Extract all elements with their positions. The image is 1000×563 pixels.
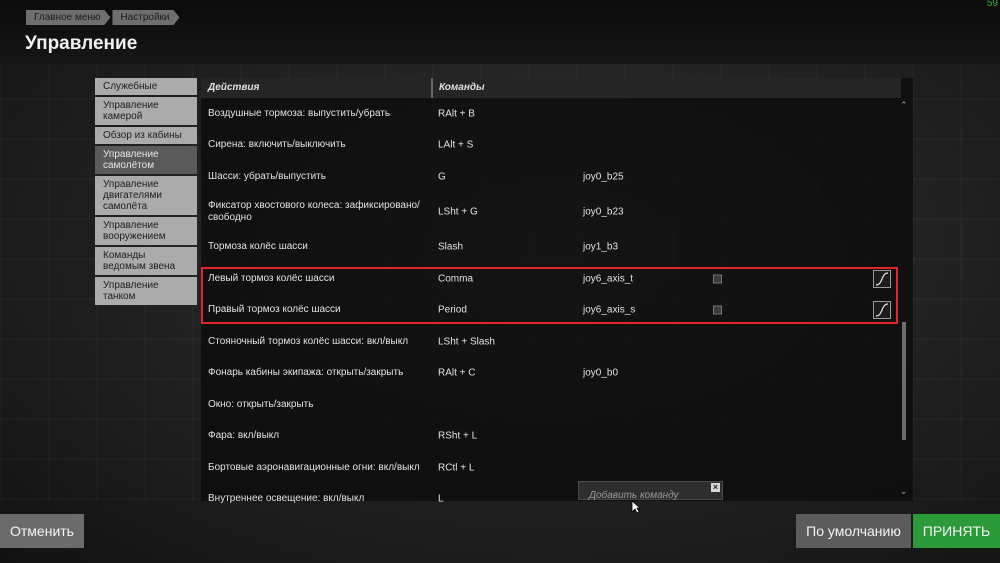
primary-command[interactable]: L	[438, 494, 444, 505]
response-curve-icon[interactable]	[873, 301, 891, 320]
binding-row[interactable]: Воздушные тормоза: выпустить/убрать RAlt …	[201, 98, 901, 130]
secondary-command[interactable]: joy0_b25	[583, 171, 624, 182]
action-label: Фонарь кабины экипажа: открыть/закрыть	[208, 367, 404, 379]
page-title: Управление	[25, 33, 138, 54]
fps-counter: 59	[986, 0, 998, 9]
chevron-up-icon[interactable]: ⌃	[900, 100, 908, 111]
scrollbar[interactable]: ⌃ ⌄	[900, 100, 908, 498]
primary-command[interactable]: RAlt + B	[438, 108, 475, 119]
chevron-down-icon[interactable]: ⌄	[900, 486, 908, 497]
binding-row[interactable]: Внутреннее освещение: вкл/выкл L	[201, 484, 901, 516]
top-bar: Главное меню Настройки Управление 59	[0, 0, 1000, 64]
category-item[interactable]: Управление двигателями самолёта	[95, 176, 197, 215]
primary-command[interactable]: Slash	[438, 242, 463, 253]
binding-row[interactable]: Правый тормоз колёс шасси Period joy6_axis…	[201, 295, 901, 327]
binding-row[interactable]: Фонарь кабины экипажа: открыть/закрыть RA…	[201, 358, 901, 390]
primary-command[interactable]: LSht + G	[438, 207, 478, 218]
action-label: Правый тормоз колёс шасси	[208, 304, 341, 316]
category-item[interactable]: Управление камерой	[95, 97, 197, 125]
binding-row[interactable]: Фиксатор хвостового колеса: зафиксирован…	[201, 193, 901, 232]
secondary-command[interactable]: joy6_axis_s	[583, 305, 635, 316]
primary-command[interactable]: Comma	[438, 273, 473, 284]
bindings-list: Воздушные тормоза: выпустить/убрать RAlt …	[201, 98, 901, 515]
binding-row[interactable]: Фара: вкл/выкл RSht + L	[201, 421, 901, 453]
binding-row[interactable]: Левый тормоз колёс шасси Comma joy6_axis_t	[201, 263, 901, 295]
primary-command[interactable]: Period	[438, 305, 467, 316]
secondary-command[interactable]: joy0_b23	[583, 207, 624, 218]
binding-row[interactable]: Бортовые аэронавигационные огни: вкл/вык…	[201, 452, 901, 484]
primary-command[interactable]: LAlt + S	[438, 140, 473, 151]
primary-command[interactable]: RAlt + C	[438, 368, 476, 379]
default-button[interactable]: По умолчанию	[796, 514, 911, 548]
mouse-cursor-icon	[631, 500, 641, 514]
cancel-button[interactable]: Отменить	[0, 514, 84, 548]
primary-command[interactable]: RCtl + L	[438, 462, 474, 473]
action-label: Фиксатор хвостового колеса: зафиксирован…	[208, 200, 420, 223]
response-curve-icon[interactable]	[873, 269, 891, 288]
action-label: Стояночный тормоз колёс шасси: вкл/выкл	[208, 335, 409, 347]
action-label: Воздушные тормоза: выпустить/убрать	[208, 107, 391, 119]
secondary-command[interactable]: joy0_b0	[583, 368, 618, 379]
category-item[interactable]: Обзор из кабины	[95, 127, 197, 144]
add-command-popup[interactable]: Добавить команду ×	[578, 481, 723, 501]
close-icon[interactable]: ×	[711, 483, 720, 492]
header-commands: Команды	[439, 82, 485, 93]
header-actions: Действия	[208, 82, 260, 93]
category-list: Служебные Управление камерой Обзор из каби…	[95, 78, 197, 307]
action-label: Шасси: убрать/выпустить	[208, 170, 326, 182]
binding-row[interactable]: Окно: открыть/закрыть	[201, 389, 901, 421]
table-header: Действия Команды	[201, 78, 901, 98]
category-item[interactable]: Управление самолётом	[95, 146, 197, 174]
breadcrumb-main-menu[interactable]: Главное меню	[26, 10, 110, 25]
scroll-thumb[interactable]	[902, 322, 906, 440]
breadcrumb-settings[interactable]: Настройки	[112, 10, 179, 25]
axis-settings-icon[interactable]	[713, 274, 722, 284]
action-label: Окно: открыть/закрыть	[208, 398, 314, 410]
action-label: Сирена: включить/выключить	[208, 139, 346, 151]
accept-button[interactable]: ПРИНЯТЬ	[913, 514, 1000, 548]
category-item[interactable]: Управление танком	[95, 277, 197, 305]
secondary-command[interactable]: joy1_b3	[583, 242, 618, 253]
action-label: Левый тормоз колёс шасси	[208, 272, 335, 284]
action-label: Бортовые аэронавигационные огни: вкл/вык…	[208, 461, 420, 473]
breadcrumb: Главное меню Настройки	[26, 10, 180, 25]
primary-command[interactable]: RSht + L	[438, 431, 477, 442]
bindings-panel: Действия Команды Воздушные тормоза: выпу…	[201, 78, 913, 505]
binding-row[interactable]: Шасси: убрать/выпустить Gjoy0_b25	[201, 161, 901, 193]
binding-row[interactable]: Стояночный тормоз колёс шасси: вкл/выкл L…	[201, 326, 901, 358]
secondary-command[interactable]: joy6_axis_t	[583, 273, 633, 284]
category-item[interactable]: Команды ведомым звена	[95, 247, 197, 275]
category-item[interactable]: Управление вооружением	[95, 217, 197, 245]
axis-settings-icon[interactable]	[713, 305, 722, 315]
binding-row[interactable]: Тормоза колёс шасси Slash joy1_b3	[201, 232, 901, 264]
action-label: Внутреннее освещение: вкл/выкл	[208, 493, 365, 505]
primary-command[interactable]: G	[438, 171, 446, 182]
category-item[interactable]: Служебные	[95, 78, 197, 95]
binding-row[interactable]: Сирена: включить/выключить LAlt + S	[201, 130, 901, 162]
action-label: Фара: вкл/выкл	[208, 430, 280, 442]
header-separator	[431, 78, 433, 98]
primary-command[interactable]: LSht + Slash	[438, 336, 495, 347]
action-label: Тормоза колёс шасси	[208, 241, 308, 253]
